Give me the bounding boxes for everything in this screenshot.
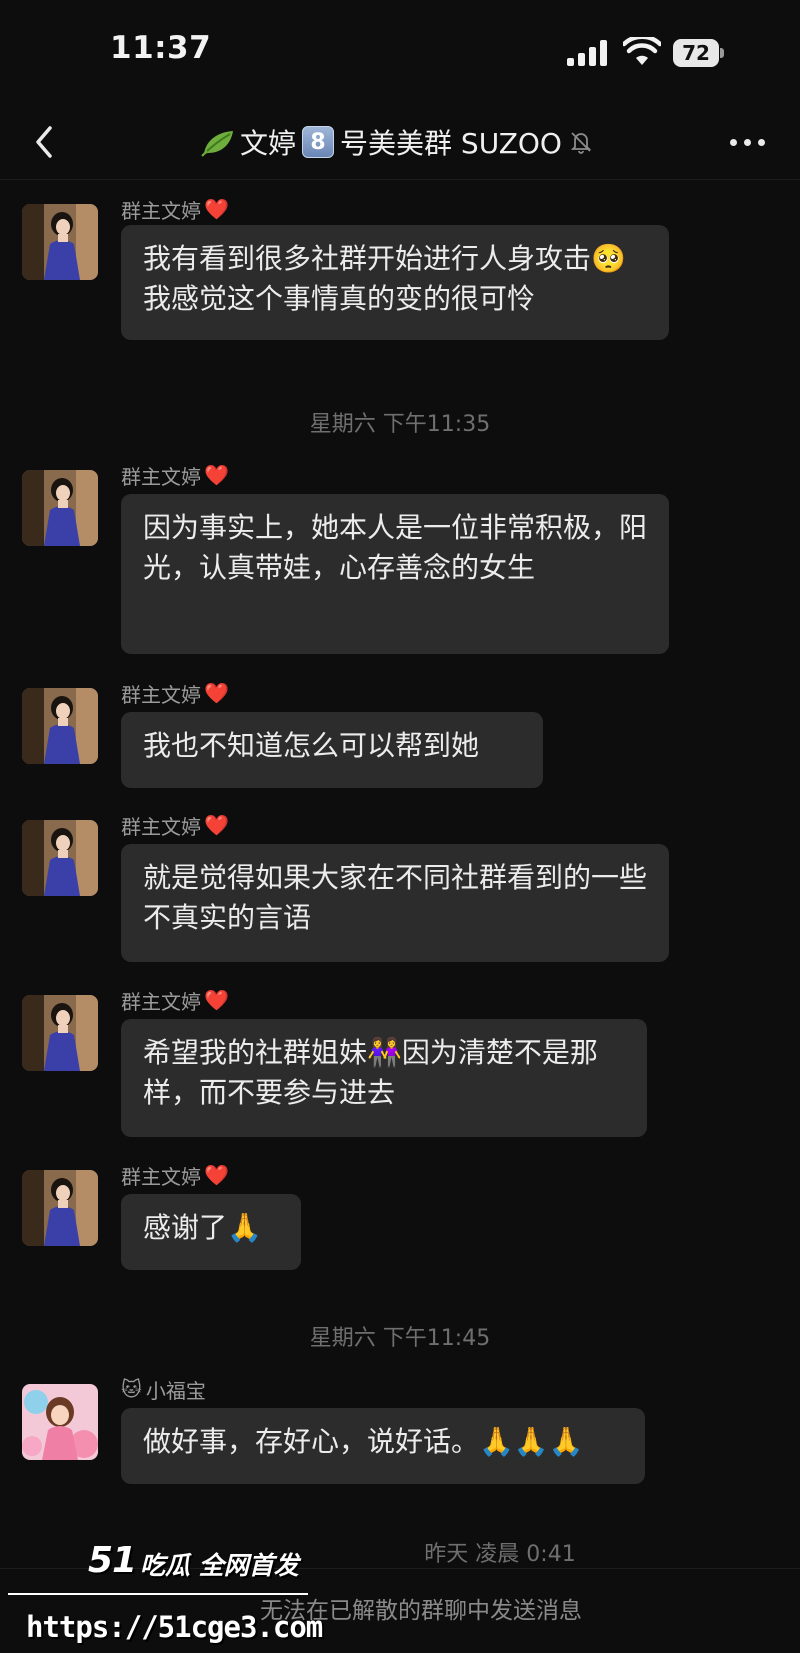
avatar[interactable] xyxy=(22,204,98,280)
time-separator: 星期六 下午11:45 xyxy=(309,1326,491,1351)
cellular-signal-icon xyxy=(567,40,609,66)
watermark-url: https://51cge3.com xyxy=(26,1610,323,1644)
sender-name: 群主文婷 ❤️ xyxy=(121,810,229,840)
avatar[interactable] xyxy=(22,995,98,1071)
sender-label: 群主文婷 xyxy=(121,1164,201,1189)
sender-name: 🐱 小福宝 xyxy=(121,1374,206,1404)
message-bubble[interactable]: 就是觉得如果大家在不同社群看到的一些不真实的言语 xyxy=(121,844,669,962)
sender-name: 群主文婷 ❤️ xyxy=(121,460,229,490)
sender-name: 群主文婷 ❤️ xyxy=(121,1160,229,1190)
avatar[interactable] xyxy=(22,688,98,764)
back-icon[interactable] xyxy=(30,122,60,162)
sender-label: 群主文婷 xyxy=(121,814,201,839)
message-bubble[interactable]: 做好事，存好心，说好话。🙏🙏🙏 xyxy=(121,1408,645,1484)
message-bubble[interactable]: 我也不知道怎么可以帮到她 xyxy=(121,712,543,788)
heart-icon: ❤️ xyxy=(204,813,229,837)
watermark-logo: 51 xyxy=(88,1540,137,1581)
heart-icon: ❤️ xyxy=(204,463,229,487)
chat-title-name: 文婷 xyxy=(240,127,297,160)
heart-icon: ❤️ xyxy=(204,1163,229,1187)
message-bubble[interactable]: 我有看到很多社群开始进行人身攻击🥺我感觉这个事情真的变的很可怜 xyxy=(121,225,669,340)
sender-name: 群主文婷 ❤️ xyxy=(121,985,229,1015)
battery-icon: 72 xyxy=(673,39,724,67)
avatar[interactable] xyxy=(22,820,98,896)
sender-label: 小福宝 xyxy=(145,1378,206,1403)
sender-name: 群主文婷 ❤️ xyxy=(121,678,229,708)
bell-slash-icon xyxy=(570,132,592,154)
sender-label: 群主文婷 xyxy=(121,989,201,1014)
watermark-slogan: 吃瓜 全网首发 xyxy=(140,1551,299,1580)
message-bubble[interactable]: 因为事实上，她本人是一位非常积极，阳光，认真带娃，心存善念的女生 xyxy=(121,494,669,654)
watermark: 51 吃瓜 全网首发 https://51cge3.com xyxy=(0,1530,330,1653)
status-bar: 11:37 72 xyxy=(0,0,800,104)
message-bubble[interactable]: 感谢了🙏 xyxy=(121,1194,301,1270)
heart-icon: ❤️ xyxy=(204,197,229,221)
chat-title-group: 号美美群 SUZOO xyxy=(340,127,562,160)
sender-label: 群主文婷 xyxy=(121,682,201,707)
chat-header: 文婷 8 号美美群 SUZOO xyxy=(0,104,800,180)
battery-level: 72 xyxy=(682,41,710,65)
time-separator: 星期六 下午11:35 xyxy=(309,412,491,437)
more-icon[interactable] xyxy=(728,126,768,158)
chat-screen: 11:37 72 文婷 8 号美美群 SUZOO 群主文婷 ❤️ 我有看到很多社… xyxy=(0,0,800,1653)
sender-label: 群主文婷 xyxy=(121,198,201,223)
wifi-icon xyxy=(623,37,661,65)
watermark-divider xyxy=(8,1593,308,1595)
number-badge: 8 xyxy=(302,126,335,158)
message-bubble[interactable]: 希望我的社群姐妹👭因为清楚不是那样，而不要参与进去 xyxy=(121,1019,647,1137)
status-time: 11:37 xyxy=(110,30,212,66)
avatar[interactable] xyxy=(22,1384,98,1460)
avatar[interactable] xyxy=(22,1170,98,1246)
leaf-icon xyxy=(201,131,233,157)
heart-icon: ❤️ xyxy=(204,988,229,1012)
heart-icon: ❤️ xyxy=(204,681,229,705)
sender-label: 群主文婷 xyxy=(121,464,201,489)
cat-icon: 🐱 xyxy=(121,1377,142,1401)
chat-title: 文婷 8 号美美群 SUZOO xyxy=(200,122,630,162)
sender-name: 群主文婷 ❤️ xyxy=(121,194,229,224)
avatar[interactable] xyxy=(22,470,98,546)
